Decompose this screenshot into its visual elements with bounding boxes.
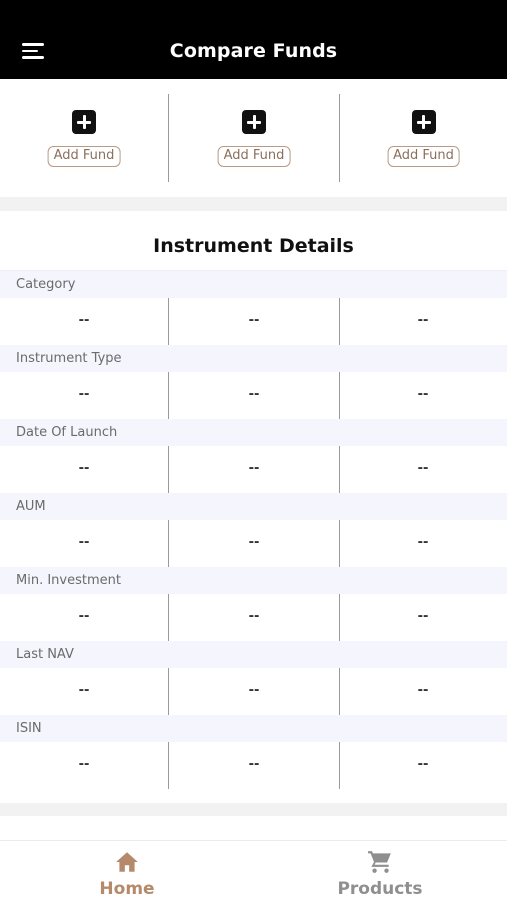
section-separator — [0, 197, 507, 211]
column-divider — [339, 372, 340, 419]
column-divider — [168, 520, 169, 567]
fund-slot-2: Add Fund — [169, 79, 339, 197]
detail-value: -- — [78, 313, 90, 328]
detail-row-label: AUM — [0, 493, 507, 520]
column-divider — [168, 446, 169, 493]
nav-products[interactable]: Products — [280, 841, 480, 900]
column-divider — [168, 668, 169, 715]
detail-label-text: Date Of Launch — [16, 425, 118, 440]
column-divider — [339, 298, 340, 345]
detail-value: -- — [248, 609, 260, 624]
fund-slot-1: Add Fund — [0, 79, 168, 197]
detail-value: -- — [417, 757, 429, 772]
nav-home-label: Home — [99, 879, 155, 899]
top-app-bar: Compare Funds — [0, 0, 507, 79]
detail-value: -- — [417, 461, 429, 476]
fund-slots: Add Fund Add Fund Add Fund — [0, 79, 507, 197]
detail-value: -- — [248, 683, 260, 698]
column-divider — [168, 742, 169, 789]
home-icon — [116, 852, 138, 872]
detail-label-text: Min. Investment — [16, 573, 121, 588]
column-divider — [339, 446, 340, 493]
detail-value: -- — [78, 461, 90, 476]
column-divider — [168, 372, 169, 419]
detail-row-label: Instrument Type — [0, 345, 507, 372]
detail-value: -- — [78, 387, 90, 402]
column-divider — [339, 594, 340, 641]
column-divider — [339, 520, 340, 567]
section-separator — [0, 803, 507, 816]
detail-value: -- — [248, 757, 260, 772]
detail-value: -- — [417, 535, 429, 550]
add-fund-button-2[interactable]: Add Fund — [217, 146, 291, 167]
detail-value: -- — [248, 387, 260, 402]
detail-row-label: Last NAV — [0, 641, 507, 668]
detail-value: -- — [417, 683, 429, 698]
bottom-navigation: Home Products — [0, 840, 507, 900]
detail-label-text: Instrument Type — [16, 351, 122, 366]
column-divider — [339, 742, 340, 789]
plus-square-icon[interactable] — [411, 110, 436, 134]
plus-square-icon[interactable] — [242, 110, 266, 134]
nav-products-label: Products — [337, 879, 423, 899]
add-fund-button-3[interactable]: Add Fund — [387, 146, 460, 167]
detail-value: -- — [78, 609, 90, 624]
page-title: Compare Funds — [169, 40, 338, 62]
detail-row-label: Category — [0, 271, 507, 298]
detail-label-text: Category — [16, 277, 76, 292]
fund-slot-3: Add Fund — [340, 79, 507, 197]
column-divider — [168, 298, 169, 345]
detail-label-text: Last NAV — [16, 647, 74, 662]
detail-value: -- — [78, 683, 90, 698]
detail-value: -- — [417, 387, 429, 402]
detail-value: -- — [417, 313, 429, 328]
detail-value: -- — [248, 313, 260, 328]
plus-square-icon[interactable] — [72, 110, 96, 134]
detail-value: -- — [417, 609, 429, 624]
nav-home[interactable]: Home — [27, 841, 227, 900]
cart-icon — [368, 851, 391, 873]
detail-value: -- — [78, 535, 90, 550]
section-title: Instrument Details — [153, 235, 354, 257]
column-divider — [339, 668, 340, 715]
detail-row-label: Date Of Launch — [0, 419, 507, 446]
detail-value: -- — [248, 535, 260, 550]
add-fund-button-1[interactable]: Add Fund — [47, 146, 121, 167]
detail-label-text: ISIN — [16, 721, 42, 736]
detail-value: -- — [78, 757, 90, 772]
column-divider — [168, 594, 169, 641]
detail-row-label: Min. Investment — [0, 567, 507, 594]
detail-label-text: AUM — [16, 499, 46, 514]
detail-row-label: ISIN — [0, 715, 507, 742]
detail-value: -- — [248, 461, 260, 476]
